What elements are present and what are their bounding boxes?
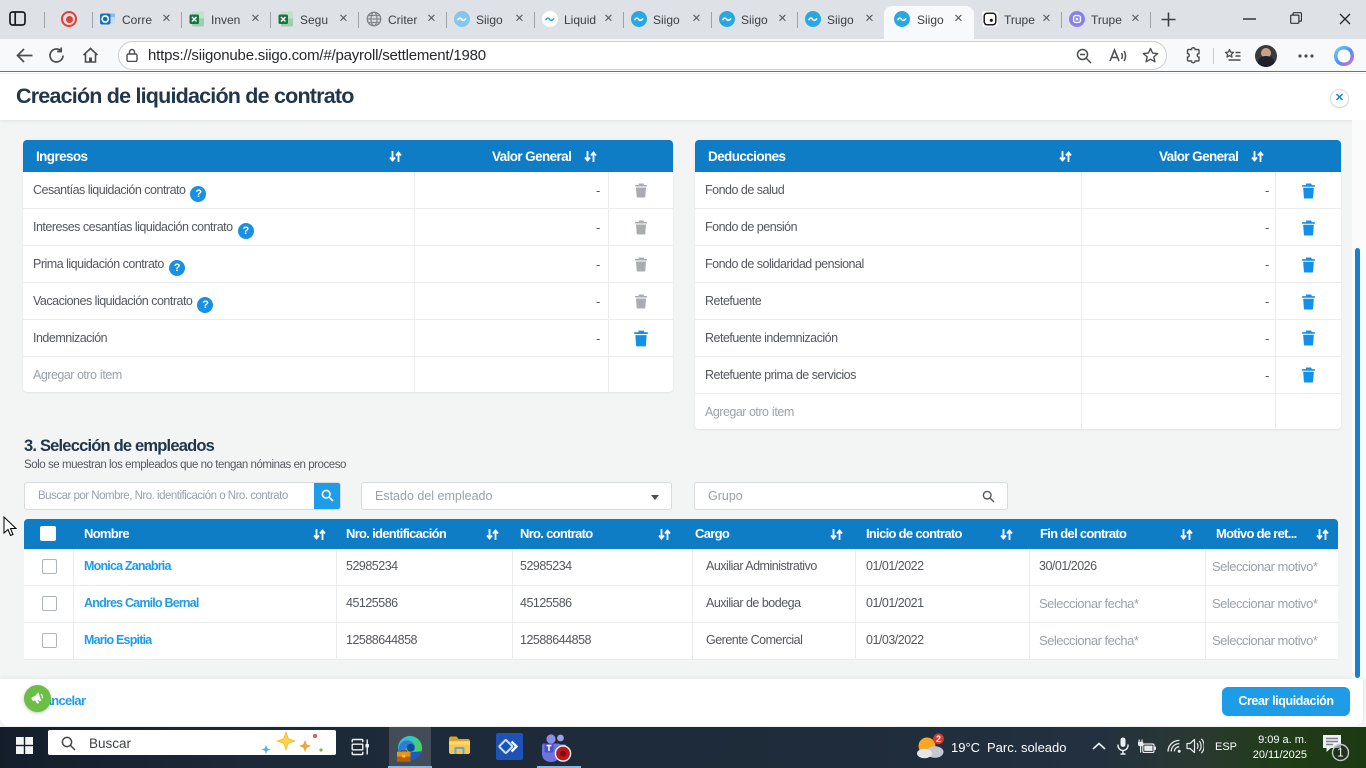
svg-text:1: 1: [1337, 748, 1343, 760]
svg-text:2: 2: [936, 734, 941, 744]
